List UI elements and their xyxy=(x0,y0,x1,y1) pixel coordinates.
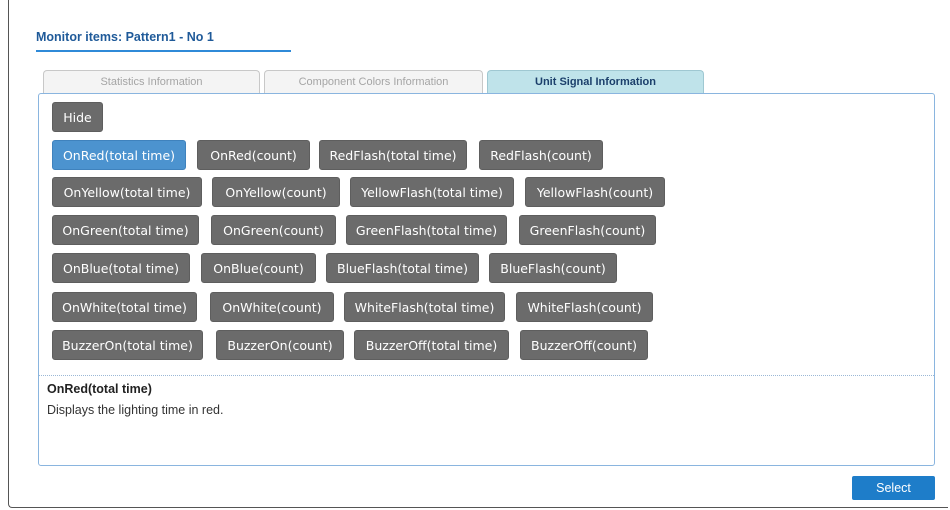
signal-button-greenflash-total-time[interactable]: GreenFlash(total time) xyxy=(346,215,507,245)
signal-button-ongreen-count[interactable]: OnGreen(count) xyxy=(211,215,336,245)
signal-button-buzzeroff-total-time[interactable]: BuzzerOff(total time) xyxy=(354,330,509,360)
dialog-title: Monitor items: Pattern1 - No 1 xyxy=(36,30,291,52)
signal-button-whiteflash-total-time[interactable]: WhiteFlash(total time) xyxy=(344,292,505,322)
signal-button-blueflash-total-time[interactable]: BlueFlash(total time) xyxy=(326,253,479,283)
description-text: Displays the lighting time in red. xyxy=(47,403,224,417)
signal-button-yellowflash-count[interactable]: YellowFlash(count) xyxy=(525,177,665,207)
hide-button[interactable]: Hide xyxy=(52,102,103,132)
signal-button-ongreen-total-time[interactable]: OnGreen(total time) xyxy=(52,215,199,245)
signal-button-blueflash-count[interactable]: BlueFlash(count) xyxy=(489,253,617,283)
signal-button-onwhite-count[interactable]: OnWhite(count) xyxy=(210,292,334,322)
tab-statistics-information[interactable]: Statistics Information xyxy=(43,70,260,93)
select-button[interactable]: Select xyxy=(852,476,935,500)
tab-component-colors-information[interactable]: Component Colors Information xyxy=(264,70,483,93)
description-title: OnRed(total time) xyxy=(47,382,152,396)
signal-button-buzzeron-total-time[interactable]: BuzzerOn(total time) xyxy=(52,330,203,360)
signal-button-redflash-total-time[interactable]: RedFlash(total time) xyxy=(319,140,467,170)
signal-button-onyellow-total-time[interactable]: OnYellow(total time) xyxy=(52,177,202,207)
signal-button-onblue-count[interactable]: OnBlue(count) xyxy=(201,253,316,283)
signal-button-onred-total-time[interactable]: OnRed(total time) xyxy=(52,140,186,170)
signal-button-buzzeron-count[interactable]: BuzzerOn(count) xyxy=(216,330,344,360)
signal-button-greenflash-count[interactable]: GreenFlash(count) xyxy=(519,215,656,245)
signal-button-whiteflash-count[interactable]: WhiteFlash(count) xyxy=(516,292,653,322)
signal-button-onblue-total-time[interactable]: OnBlue(total time) xyxy=(52,253,190,283)
signal-button-onred-count[interactable]: OnRed(count) xyxy=(197,140,310,170)
tab-unit-signal-information[interactable]: Unit Signal Information xyxy=(487,70,704,93)
signal-button-yellowflash-total-time[interactable]: YellowFlash(total time) xyxy=(350,177,514,207)
description-divider xyxy=(39,375,934,376)
signal-button-onyellow-count[interactable]: OnYellow(count) xyxy=(212,177,340,207)
signal-button-onwhite-total-time[interactable]: OnWhite(total time) xyxy=(52,292,197,322)
tab-bar: Statistics Information Component Colors … xyxy=(43,70,704,94)
signal-button-buzzeroff-count[interactable]: BuzzerOff(count) xyxy=(520,330,648,360)
signal-button-redflash-count[interactable]: RedFlash(count) xyxy=(479,140,603,170)
